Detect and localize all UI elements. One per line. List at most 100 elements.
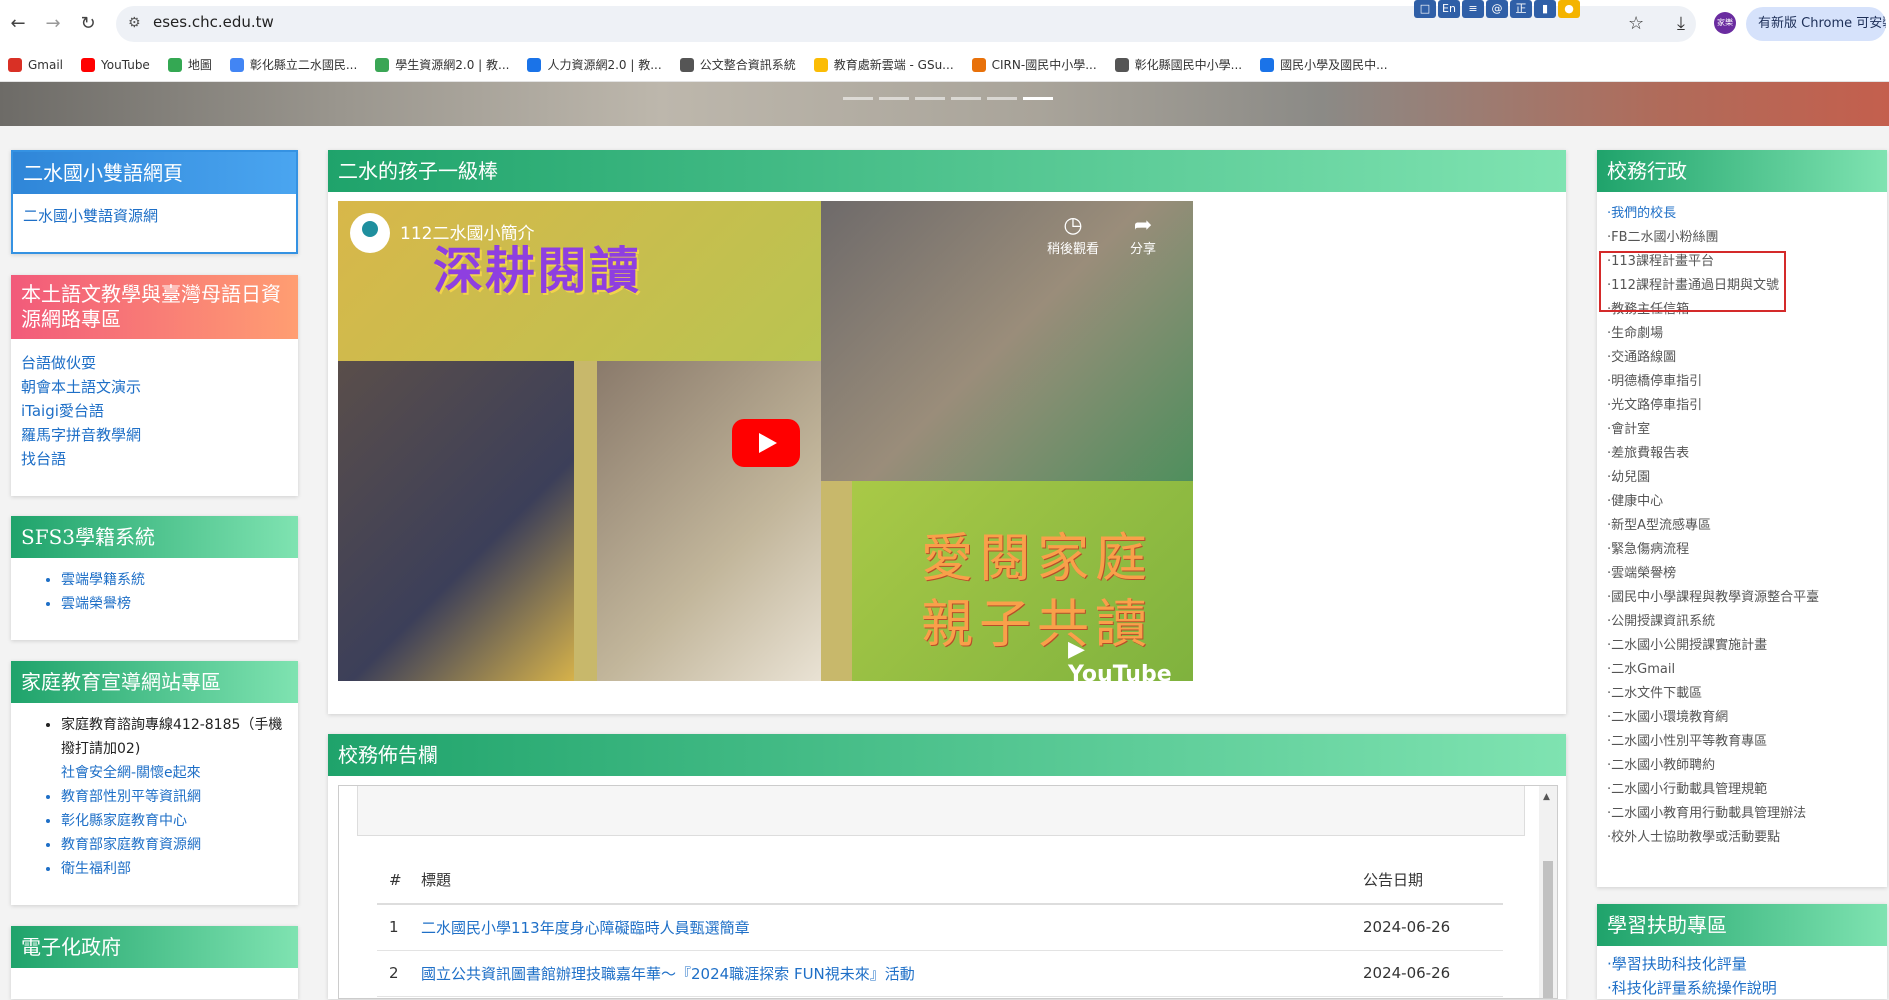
extension-icon[interactable]: @: [1486, 0, 1508, 18]
admin-link[interactable]: ·交通路線圖: [1597, 346, 1887, 370]
bookmark-item[interactable]: 人力資源網2.0 | 教...: [527, 56, 662, 73]
carousel-indicators[interactable]: [843, 97, 1053, 100]
admin-link[interactable]: ·二水國小教育用行動載具管理辦法: [1597, 802, 1887, 826]
bookmark-label: 學生資源網2.0 | 教...: [395, 58, 510, 72]
carousel-dot[interactable]: [879, 97, 909, 100]
native-link[interactable]: 台語做伙耍: [21, 351, 288, 375]
extension-icon[interactable]: 正: [1510, 0, 1532, 18]
native-link[interactable]: 朝會本土語文演示: [21, 375, 288, 399]
sfs3-link[interactable]: 雲端學籍系統: [61, 568, 298, 592]
site-info-icon[interactable]: ⚙: [128, 15, 146, 33]
family-link[interactable]: 衛生福利部: [61, 857, 290, 881]
vertical-scrollbar[interactable]: ▲: [1539, 786, 1557, 998]
admin-link[interactable]: ·健康中心: [1597, 490, 1887, 514]
admin-link[interactable]: ·新型A型流感專區: [1597, 514, 1887, 538]
bookmark-item[interactable]: CIRN-國民中小學...: [971, 56, 1097, 73]
assist-link[interactable]: ·學習扶助科技化評量: [1597, 952, 1887, 976]
news-title-link[interactable]: 二水國民小學113年度身心障礙臨時人員甄選簡章: [421, 919, 750, 937]
carousel-dot[interactable]: [915, 97, 945, 100]
admin-link[interactable]: ·二水國小環境教育網: [1597, 706, 1887, 730]
table-row: 1 二水國民小學113年度身心障礙臨時人員甄選簡章 2024-06-26: [377, 904, 1503, 951]
admin-link[interactable]: ·差旅費報告表: [1597, 442, 1887, 466]
news-title-link[interactable]: 國立公共資訊圖書館辦理技職嘉年華～『2024職涯探索 FUN視未來』活動: [421, 965, 915, 983]
bookmark-item[interactable]: 教育處新雲端 - GSu...: [813, 56, 954, 73]
carousel-dot[interactable]: [951, 97, 981, 100]
admin-link[interactable]: ·二水國小行動載具管理規範: [1597, 778, 1887, 802]
reload-icon[interactable]: ↻: [76, 12, 100, 36]
bookmark-item[interactable]: 彰化縣立二水國民...: [229, 56, 358, 73]
row-index: 2: [377, 950, 421, 997]
admin-link[interactable]: ·幼兒園: [1597, 466, 1887, 490]
news-scroll-area[interactable]: # 標題 公告日期 1 二水國民小學113年度身心障礙臨時人員甄選簡章 2024…: [338, 785, 1558, 999]
admin-link[interactable]: ·FB二水國小粉絲團: [1597, 226, 1887, 250]
bookmark-item[interactable]: 國民小學及國民中...: [1260, 56, 1388, 73]
watch-later-button[interactable]: ◷ 稍後觀看: [1043, 213, 1103, 257]
highlight-box: [1599, 251, 1786, 312]
banner-image: [0, 82, 1889, 126]
bookmark-favicon-icon: [375, 57, 390, 72]
carousel-dot[interactable]: [843, 97, 873, 100]
admin-link[interactable]: ·雲端榮譽榜: [1597, 562, 1887, 586]
scroll-up-icon[interactable]: ▲: [1543, 792, 1550, 802]
download-icon[interactable]: ⤓: [1677, 13, 1685, 34]
admin-link[interactable]: ·明德橋停車指引: [1597, 370, 1887, 394]
star-icon[interactable]: ☆: [1628, 13, 1644, 34]
clock-icon: ◷: [1063, 213, 1083, 238]
admin-link[interactable]: ·會計室: [1597, 418, 1887, 442]
assist-link[interactable]: ·科技化評量系統操作說明: [1597, 976, 1887, 1000]
row-date: 2024-06-26: [1363, 950, 1503, 997]
url-text[interactable]: eses.chc.edu.tw: [153, 13, 274, 31]
col-date: 公告日期: [1363, 856, 1503, 905]
admin-link[interactable]: ·二水文件下載區: [1597, 682, 1887, 706]
forward-icon[interactable]: →: [41, 12, 65, 36]
admin-link[interactable]: ·緊急傷病流程: [1597, 538, 1887, 562]
admin-link[interactable]: ·二水國小性別平等教育專區: [1597, 730, 1887, 754]
bookmark-item[interactable]: 學生資源網2.0 | 教...: [375, 56, 509, 73]
admin-link[interactable]: ·光文路停車指引: [1597, 394, 1887, 418]
share-button[interactable]: ➦ 分享: [1113, 213, 1173, 257]
carousel-dot-active[interactable]: [1023, 97, 1053, 100]
back-icon[interactable]: ←: [6, 12, 30, 36]
extension-icon[interactable]: En: [1438, 0, 1460, 18]
update-chrome-button[interactable]: 有新版 Chrome 可安裝: [1746, 7, 1886, 41]
extension-icon[interactable]: ●: [1558, 0, 1580, 18]
video-title[interactable]: 112二水國小簡介: [400, 219, 534, 244]
sfs3-link[interactable]: 雲端榮譽榜: [61, 592, 298, 616]
family-link[interactable]: 教育部家庭教育資源網: [61, 833, 290, 857]
native-link[interactable]: iTaigi愛台語: [21, 399, 288, 423]
bookmark-label: 彰化縣國民中小學...: [1134, 58, 1243, 72]
native-link[interactable]: 找台語: [21, 447, 288, 471]
extension-icon[interactable]: ≡: [1462, 0, 1484, 18]
social-safety-link[interactable]: 社會安全網-關懷e起來: [61, 761, 290, 785]
admin-link[interactable]: ·公開授課資訊系統: [1597, 610, 1887, 634]
youtube-video[interactable]: 深耕閱讀 112二水國小簡介 ◷ 稍後觀看 ➦ 分享 愛閱家庭 親子共讀 ▶ Y…: [338, 201, 1193, 681]
bookmark-label: Gmail: [28, 57, 64, 72]
admin-link[interactable]: ·國民中小學課程與教學資源整合平臺: [1597, 586, 1887, 610]
play-button[interactable]: [732, 419, 800, 467]
bookmark-item[interactable]: 公文整合資訊系統: [679, 56, 796, 73]
extension-icons[interactable]: □ En ≡ @ 正 ▮ ●: [1414, 0, 1580, 18]
bookmark-item[interactable]: Gmail: [8, 57, 64, 72]
family-link[interactable]: 教育部性別平等資訊網: [61, 785, 290, 809]
bookmark-item[interactable]: 彰化縣國民中小學...: [1114, 56, 1243, 73]
avatar[interactable]: 家樂: [1714, 12, 1736, 34]
family-link[interactable]: 彰化縣家庭教育中心: [61, 809, 290, 833]
native-link[interactable]: 羅馬字拼音教學網: [21, 423, 288, 447]
scrollbar-thumb[interactable]: [1543, 861, 1553, 998]
bookmark-label: 彰化縣立二水國民...: [249, 58, 358, 72]
admin-link[interactable]: ·二水國小教師聘約: [1597, 754, 1887, 778]
carousel-dot[interactable]: [987, 97, 1017, 100]
extension-icon[interactable]: ▮: [1534, 0, 1556, 18]
admin-link[interactable]: ·二水國小公開授課實施計畫: [1597, 634, 1887, 658]
extension-icon[interactable]: □: [1414, 0, 1436, 18]
youtube-logo[interactable]: ▶ YouTube: [1068, 637, 1193, 681]
admin-link[interactable]: ·生命劇場: [1597, 322, 1887, 346]
admin-link[interactable]: ·二水Gmail: [1597, 658, 1887, 682]
bilingual-link[interactable]: 二水國小雙語資源網: [23, 204, 286, 228]
bookmark-favicon-icon: [971, 57, 986, 72]
bookmark-item[interactable]: 地圖: [167, 56, 212, 73]
admin-link[interactable]: ·我們的校長: [1597, 202, 1887, 226]
channel-avatar[interactable]: [350, 213, 390, 253]
bookmark-item[interactable]: YouTube: [81, 57, 150, 72]
admin-link[interactable]: ·校外人士協助教學或活動要點: [1597, 826, 1887, 850]
